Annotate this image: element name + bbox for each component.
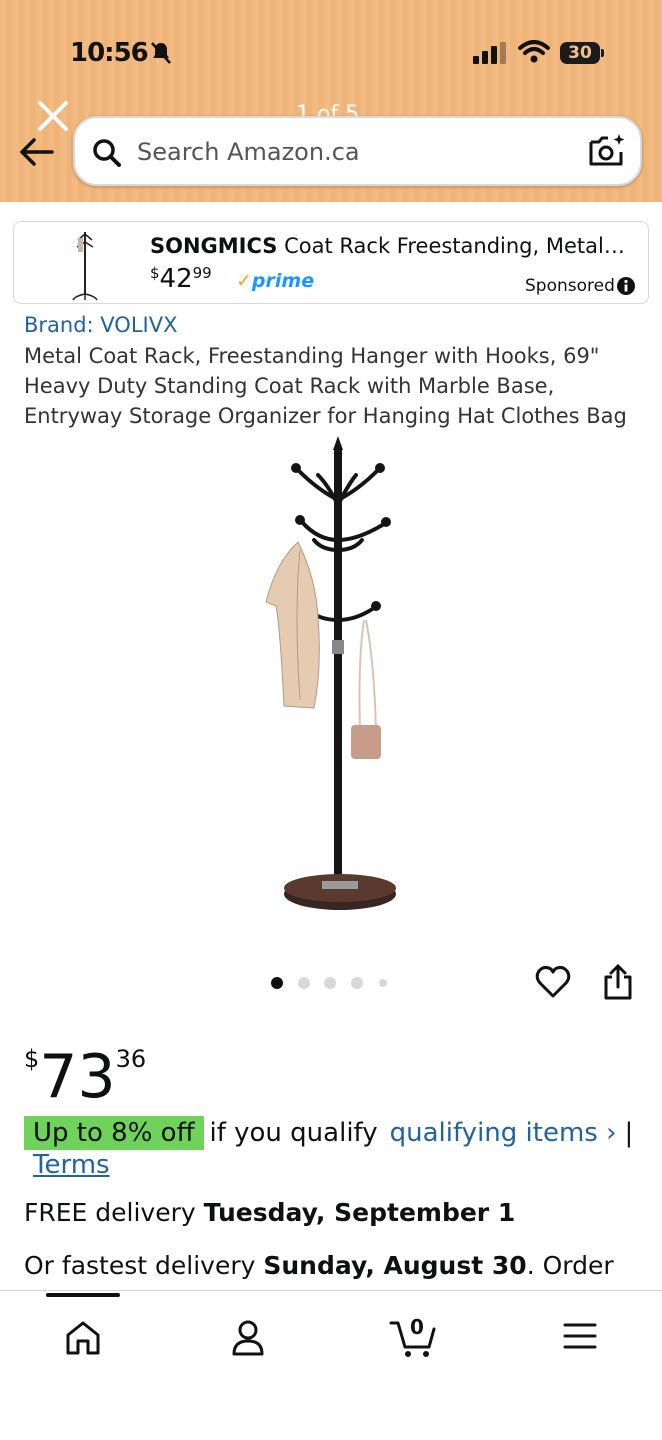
bell-muted-icon	[151, 42, 171, 64]
offer-line: Up to 8% off if you qualify qualifying ite…	[24, 1116, 633, 1150]
fastest-prefix: Or fastest delivery	[24, 1251, 256, 1280]
fastest-suffix: . Order	[526, 1251, 614, 1280]
signal-icon	[473, 42, 506, 64]
sponsored-product-thumbnail	[72, 232, 98, 301]
search-input[interactable]	[137, 134, 577, 170]
heart-icon[interactable]	[535, 964, 571, 1000]
price-fraction: 36	[115, 1045, 147, 1073]
discount-badge: Up to 8% off	[24, 1116, 204, 1150]
price-whole: 73	[39, 1042, 116, 1112]
sponsored-price-fraction: 99	[192, 264, 212, 282]
sponsored-label: Sponsored	[525, 276, 615, 296]
carousel-dot-5[interactable]	[379, 979, 387, 987]
prime-check-icon: ✓	[236, 270, 252, 292]
fastest-delivery-line: Or fastest delivery Sunday, August 30. O…	[24, 1251, 614, 1283]
delivery-prefix: FREE delivery	[24, 1198, 196, 1227]
product-image[interactable]	[250, 430, 420, 920]
free-delivery-line: FREE delivery Tuesday, September 1	[24, 1198, 515, 1227]
prime-label: prime	[251, 270, 315, 292]
image-page-indicator: 1 of 5	[296, 102, 360, 116]
offer-text: if you qualify	[209, 1118, 378, 1148]
price-symbol: $	[24, 1045, 40, 1073]
sponsored-title-text: Coat Rack Freestanding, Metal ...	[284, 234, 630, 258]
qualifying-items-link[interactable]: qualifying items ›	[390, 1118, 617, 1148]
sponsored-title[interactable]: SONGMICS Coat Rack Freestanding, Metal .…	[150, 234, 630, 258]
bottom-nav: 0	[0, 1290, 662, 1440]
wifi-icon	[518, 40, 550, 63]
sponsored-product-card[interactable]: SONGMICS Coat Rack Freestanding, Metal .…	[13, 221, 649, 304]
carousel-dot-1[interactable]	[271, 977, 283, 989]
search-icon	[93, 139, 121, 167]
search-bar[interactable]	[73, 116, 642, 186]
share-icon[interactable]	[602, 962, 634, 1002]
header: 10:56 30 1 of 5	[0, 0, 662, 202]
fastest-date: Sunday, August 30	[263, 1251, 527, 1280]
carousel-dot-2[interactable]	[298, 977, 310, 989]
delivery-date: Tuesday, September 1	[203, 1198, 516, 1227]
account-icon[interactable]	[231, 1319, 265, 1357]
product-title: Metal Coat Rack, Freestanding Hanger wit…	[24, 344, 627, 428]
battery-indicator: 30	[560, 42, 600, 64]
menu-icon[interactable]	[563, 1321, 597, 1351]
sponsored-price-whole: 42	[159, 264, 193, 294]
separator: |	[624, 1118, 634, 1148]
back-arrow-icon[interactable]	[18, 135, 56, 169]
carousel-dot-3[interactable]	[324, 977, 336, 989]
cart-button[interactable]: 0	[389, 1315, 439, 1359]
terms-link[interactable]: Terms	[33, 1150, 110, 1180]
sponsored-price: $4299	[150, 264, 212, 294]
prime-logo: ✓prime	[236, 270, 314, 292]
sponsored-brand: SONGMICS	[150, 234, 278, 258]
close-icon[interactable]	[35, 98, 71, 134]
carousel-dot-4[interactable]	[351, 977, 363, 989]
home-icon[interactable]	[64, 1319, 102, 1357]
battery-tip	[601, 49, 604, 57]
active-tab-indicator	[46, 1293, 120, 1297]
status-time: 10:56	[70, 38, 149, 68]
camera-search-icon[interactable]	[587, 132, 627, 170]
brand-link[interactable]: Brand: VOLIVX	[24, 313, 177, 337]
product-price: $7336	[24, 1024, 146, 1112]
sponsored-price-symbol: $	[150, 264, 160, 282]
cart-count: 0	[410, 1315, 424, 1339]
info-icon[interactable]	[616, 276, 636, 296]
